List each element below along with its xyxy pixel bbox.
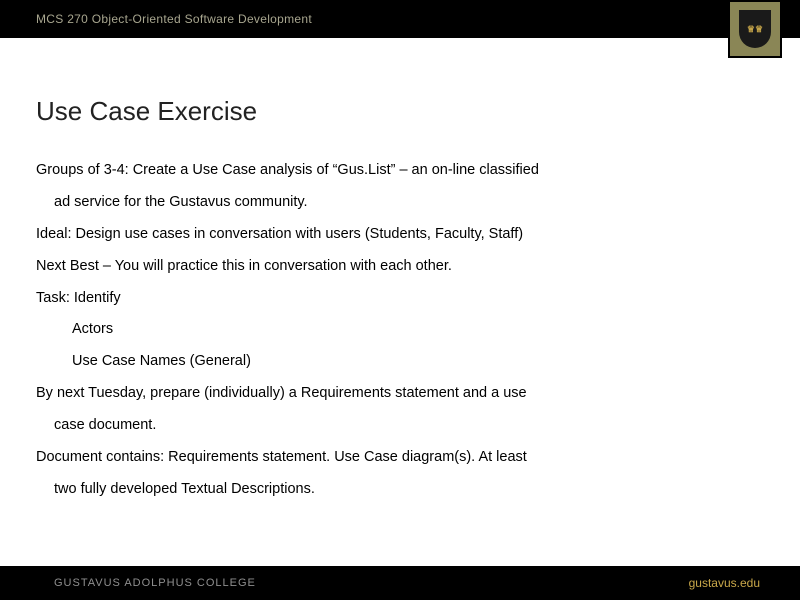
slide-title: Use Case Exercise bbox=[36, 96, 764, 127]
body-line: ad service for the Gustavus community. bbox=[36, 187, 764, 219]
course-title: MCS 270 Object-Oriented Software Develop… bbox=[36, 12, 312, 26]
body-line: By next Tuesday, prepare (individually) … bbox=[36, 378, 764, 410]
body-line: Use Case Names (General) bbox=[36, 346, 764, 378]
header-bar: MCS 270 Object-Oriented Software Develop… bbox=[0, 0, 800, 38]
college-logo-badge: ♕♕ bbox=[728, 0, 782, 58]
body-line: Actors bbox=[36, 314, 764, 346]
footer-url: gustavus.edu bbox=[689, 576, 760, 590]
slide-content: Use Case Exercise Groups of 3-4: Create … bbox=[0, 38, 800, 506]
body-line: Groups of 3-4: Create a Use Case analysi… bbox=[36, 155, 764, 187]
body-line: Task: Identify bbox=[36, 283, 764, 315]
footer-bar: GUSTAVUS ADOLPHUS COLLEGE gustavus.edu bbox=[0, 566, 800, 600]
crest-crowns-icon: ♕♕ bbox=[747, 25, 763, 34]
slide-body: Groups of 3-4: Create a Use Case analysi… bbox=[36, 155, 764, 506]
footer-college-name: GUSTAVUS ADOLPHUS COLLEGE bbox=[54, 577, 256, 589]
body-line: Next Best – You will practice this in co… bbox=[36, 251, 764, 283]
body-line: case document. bbox=[36, 410, 764, 442]
body-line: two fully developed Textual Descriptions… bbox=[36, 474, 764, 506]
body-line: Document contains: Requirements statemen… bbox=[36, 442, 764, 474]
crest-shield-icon: ♕♕ bbox=[739, 10, 771, 48]
body-line: Ideal: Design use cases in conversation … bbox=[36, 219, 764, 251]
